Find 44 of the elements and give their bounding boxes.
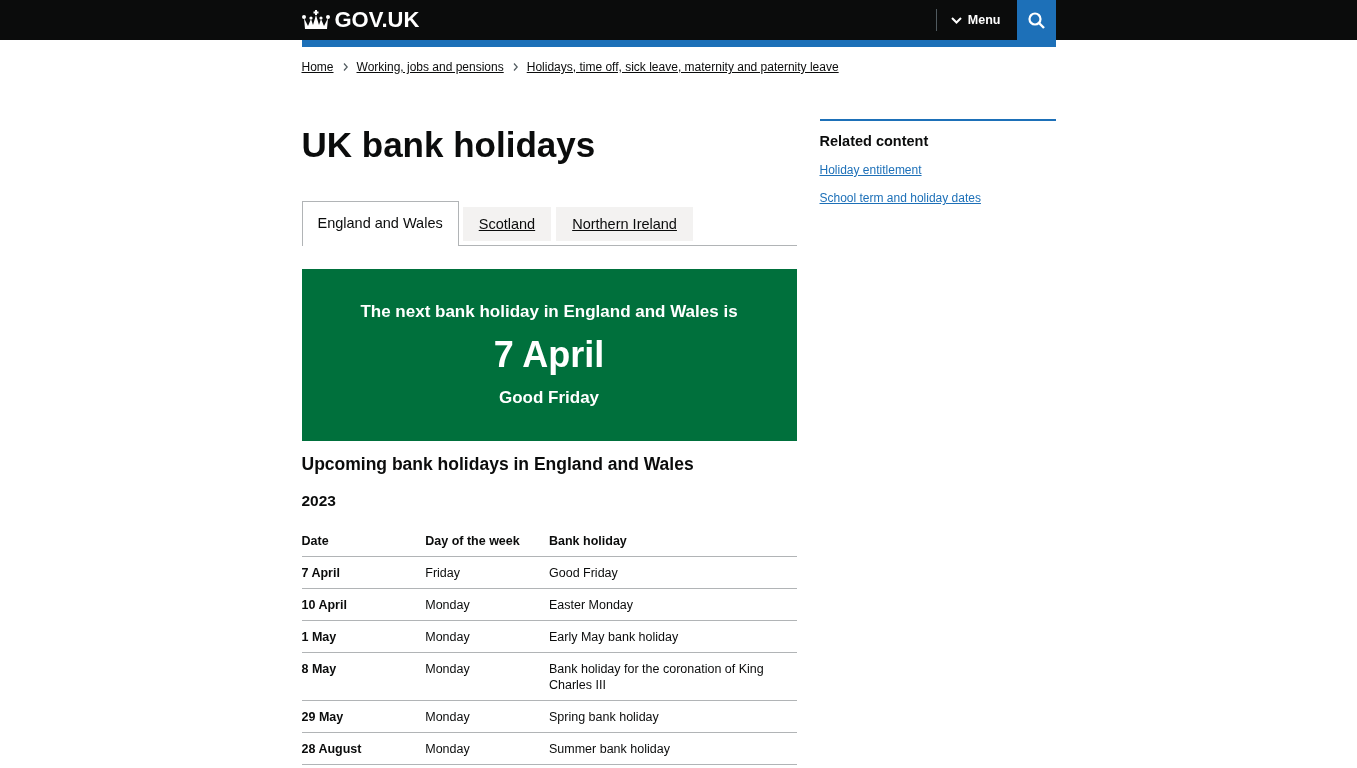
table-cell: 28 August bbox=[301, 732, 426, 765]
page-title: UK bank holidays bbox=[301, 125, 597, 165]
table-cell: Bank holiday for the coronation of King Charles III bbox=[549, 652, 797, 701]
table-cell: Monday bbox=[425, 588, 549, 621]
table-cell: Monday bbox=[425, 652, 549, 701]
table-cell: Friday bbox=[425, 556, 549, 589]
tab[interactable]: England and Wales bbox=[301, 201, 459, 246]
related-link[interactable]: Holiday entitlement bbox=[819, 163, 922, 177]
breadcrumb-link[interactable]: Home bbox=[301, 59, 334, 75]
year-heading: 2023 bbox=[301, 491, 337, 511]
tab[interactable]: Scotland bbox=[462, 207, 552, 241]
crown-icon bbox=[301, 9, 330, 31]
table-cell: Easter Monday bbox=[549, 588, 797, 621]
chevron-right-icon bbox=[512, 63, 518, 71]
menu-button[interactable]: Menu bbox=[950, 13, 1001, 27]
table-cell: 1 May bbox=[301, 620, 426, 653]
table-cell: Good Friday bbox=[549, 556, 797, 589]
chevron-down-icon bbox=[950, 16, 962, 24]
search-button[interactable] bbox=[1016, 0, 1056, 40]
chevron-right-icon bbox=[342, 63, 348, 71]
table-cell: Summer bank holiday bbox=[549, 732, 797, 765]
search-icon bbox=[1027, 11, 1045, 29]
table-cell: Monday bbox=[425, 700, 549, 733]
related-link[interactable]: School term and holiday dates bbox=[819, 191, 981, 205]
table-header-cell: Day of the week bbox=[425, 525, 549, 557]
table-cell: 10 April bbox=[301, 588, 426, 621]
panel-date-text: 7 April bbox=[492, 333, 606, 377]
table-cell: Monday bbox=[425, 732, 549, 765]
table-cell: 8 May bbox=[301, 652, 426, 701]
tab[interactable]: Northern Ireland bbox=[556, 207, 693, 241]
panel-holiday-name: Good Friday bbox=[497, 388, 601, 408]
panel-intro-text: The next bank holiday in England and Wales is bbox=[359, 302, 739, 322]
table-cell: Spring bank holiday bbox=[549, 700, 797, 733]
table-header-cell: Bank holiday bbox=[549, 525, 797, 557]
table-cell: 29 May bbox=[301, 700, 426, 733]
breadcrumb-link[interactable]: Holidays, time off, sick leave, maternity and paternity leave bbox=[526, 59, 839, 75]
related-content-heading: Related content bbox=[819, 132, 930, 150]
section-heading: Upcoming bank holidays in England and Wales bbox=[301, 453, 695, 475]
table-cell: Monday bbox=[425, 620, 549, 653]
breadcrumb-link[interactable]: Working, jobs and pensions bbox=[356, 59, 504, 75]
home-logo-link[interactable]: GOV.UK bbox=[301, 7, 420, 33]
table-header-cell: Date bbox=[301, 525, 426, 557]
table-cell: Early May bank holiday bbox=[549, 620, 797, 653]
table-cell: 7 April bbox=[301, 556, 426, 589]
